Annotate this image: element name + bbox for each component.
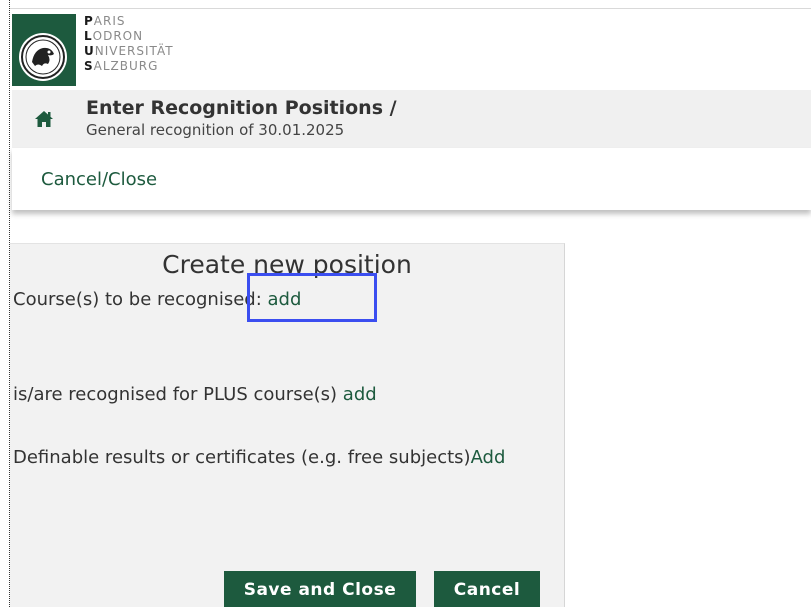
seal-icon [19,33,67,81]
page-header: Enter Recognition Positions / General re… [12,90,811,148]
logo-wordmark: PARIS LODRON UNIVERSITÄT SALZBURG [84,14,174,74]
add-course-link[interactable]: add [268,289,302,310]
panel-title: Create new position [162,250,412,279]
plus-course-row: is/are recognised for PLUS course(s) add [13,384,377,405]
save-and-close-button[interactable]: Save and Close [224,571,416,607]
action-bar: Cancel/Close [12,148,811,210]
courses-to-recognise-row: Course(s) to be recognised: add [13,289,301,310]
page: PARIS LODRON UNIVERSITÄT SALZBURG Enter … [0,0,811,607]
page-subtitle: General recognition of 30.01.2025 [86,121,345,139]
courses-to-recognise-label: Course(s) to be recognised: [13,289,268,310]
home-icon[interactable] [34,110,54,128]
add-plus-course-link[interactable]: add [343,384,377,405]
add-definable-result-link[interactable]: Add [471,447,506,468]
logo-line-2: LODRON [84,29,144,43]
cancel-button[interactable]: Cancel [434,571,540,607]
logo-line-4: SALZBURG [84,59,159,73]
logo-line-1: PARIS [84,14,126,28]
page-title: Enter Recognition Positions / [86,97,397,119]
definable-results-row: Definable results or certificates (e.g. … [13,447,505,468]
definable-results-label: Definable results or certificates (e.g. … [13,447,471,468]
plus-course-label: is/are recognised for PLUS course(s) [13,384,343,405]
top-divider [10,8,811,9]
create-position-panel: Create new position Course(s) to be reco… [10,243,565,607]
university-logo[interactable]: PARIS LODRON UNIVERSITÄT SALZBURG [12,14,202,86]
logo-line-3: UNIVERSITÄT [84,44,174,58]
cancel-close-link[interactable]: Cancel/Close [41,169,157,190]
